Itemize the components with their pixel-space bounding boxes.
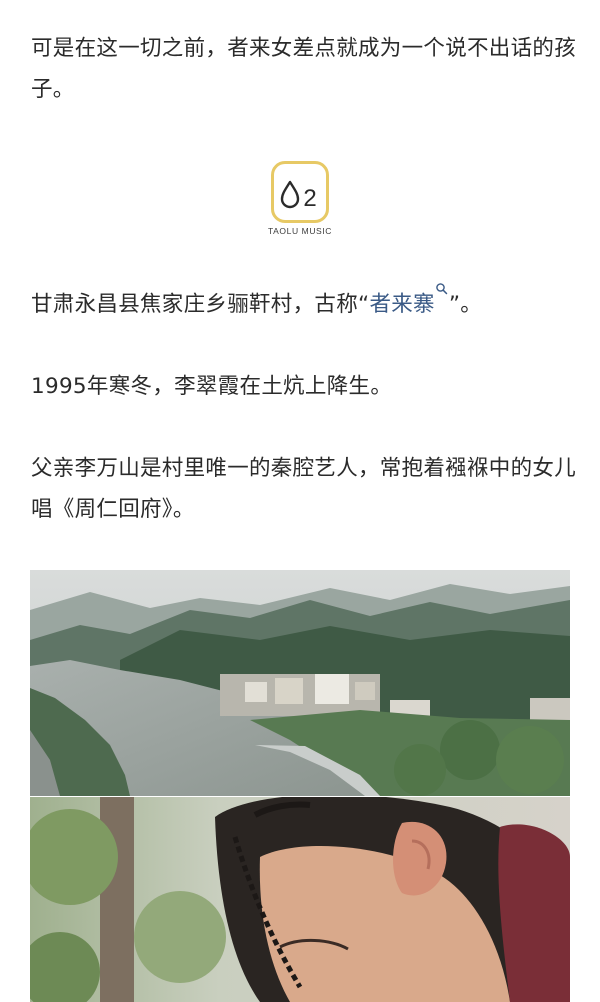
droplet-icon: 2: [280, 180, 317, 212]
logo-subtitle: TAOLU MUSIC: [267, 226, 333, 236]
section-number-digit: 2: [303, 185, 316, 212]
portrait-photo: [30, 797, 570, 1002]
paragraph-father: 父亲李万山是村里唯一的秦腔艺人，常抱着襁褓中的女儿唱《周仁回府》。: [31, 456, 577, 522]
village-landscape-photo: [30, 570, 570, 796]
paragraph-intro: 可是在这一切之前，者来女差点就成为一个说不出话的孩子。: [31, 36, 577, 102]
keyword-text: 者来寨: [369, 292, 435, 317]
section-logo: 2 TAOLU MUSIC: [260, 160, 340, 242]
keyword-link[interactable]: 者来寨: [369, 283, 448, 317]
paragraph-birth: 1995年寒冬，李翠霞在土炕上降生。: [31, 374, 393, 399]
village-text: 甘肃永昌县焦家庄乡骊靬村，古称“: [31, 292, 370, 317]
search-icon: [435, 283, 449, 304]
section-number-badge: 2: [271, 161, 329, 223]
paragraph-village: 甘肃永昌县焦家庄乡骊靬村，古称“者来寨 ”。: [31, 283, 576, 325]
village-text-end: ”。: [448, 292, 483, 317]
